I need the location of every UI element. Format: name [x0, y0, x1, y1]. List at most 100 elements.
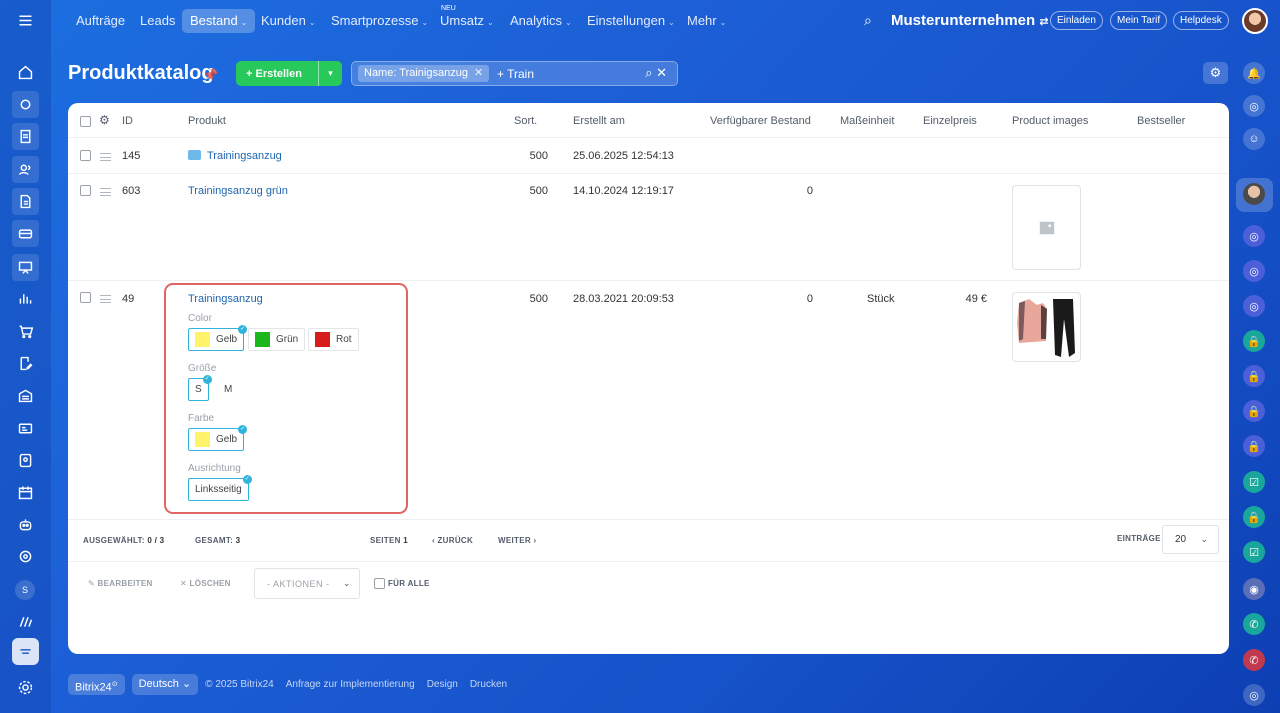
column-id[interactable]: ID [122, 115, 133, 127]
automation-icon[interactable] [12, 608, 39, 635]
calendar-icon[interactable] [12, 479, 39, 506]
language-select[interactable]: Deutsch ⌄ [131, 673, 199, 695]
select-all-checkbox[interactable] [80, 116, 91, 127]
search-icon[interactable]: ⌕ ✕ [645, 65, 667, 81]
column-price[interactable]: Einzelpreis [923, 115, 977, 127]
invoice-icon[interactable] [12, 188, 39, 215]
color-option-rot[interactable]: Rot [308, 328, 359, 351]
contacts-icon[interactable] [12, 156, 39, 183]
size-option-s[interactable]: S ✓ [188, 375, 212, 401]
nav-item[interactable]: Kunden ⌄ [253, 9, 324, 33]
warehouse-icon[interactable] [12, 382, 39, 409]
chat-icon[interactable]: ☺ [1243, 128, 1265, 150]
nav-item[interactable]: Mehr ⌄ [679, 9, 734, 33]
lock-icon[interactable]: 🔒 [1243, 365, 1265, 387]
home-icon[interactable] [12, 59, 39, 86]
gear-icon[interactable]: ⚙ [99, 113, 110, 127]
column-created[interactable]: Erstellt am [573, 115, 625, 127]
image-placeholder[interactable] [1012, 185, 1081, 270]
delete-button[interactable]: ✕ LÖSCHEN [180, 579, 231, 588]
analytics-icon[interactable] [12, 285, 39, 312]
next-button[interactable]: WEITER › [498, 536, 536, 545]
row-checkbox[interactable] [80, 150, 91, 161]
company-name[interactable]: Musterunternehmen ⇄ [891, 12, 1049, 29]
edit-document-icon[interactable] [12, 350, 39, 377]
close-icon[interactable]: ✕ [474, 67, 483, 79]
drag-handle[interactable] [100, 295, 111, 303]
task-icon[interactable]: ☑ [1243, 471, 1265, 493]
for-all-checkbox[interactable] [374, 578, 385, 589]
pin-icon[interactable]: 📌 [203, 68, 218, 82]
gear-icon[interactable]: ⚙ [1203, 62, 1228, 84]
product-image[interactable] [1012, 292, 1081, 362]
sites-icon[interactable]: S [15, 580, 35, 600]
back-button[interactable]: ‹ ZURÜCK [432, 536, 473, 545]
copilot-icon[interactable]: ◎ [1243, 684, 1265, 706]
nav-item[interactable]: Einstellungen ⌄ [579, 9, 683, 33]
nav-item[interactable]: Leads [132, 9, 183, 33]
openline-icon[interactable]: ◎ [1243, 295, 1265, 317]
nav-item[interactable]: Analytics ⌄ [502, 9, 580, 33]
row-checkbox[interactable] [80, 292, 91, 303]
column-bestseller[interactable]: Bestseller [1137, 115, 1185, 127]
search-input[interactable]: Name: Trainigsanzug ✕ + Train ⌕ ✕ [351, 61, 678, 86]
invite-button[interactable]: Einladen [1050, 11, 1103, 30]
crm-icon[interactable] [12, 91, 39, 118]
implementation-link[interactable]: Anfrage zur Implementierung [286, 679, 415, 690]
drag-handle[interactable] [100, 153, 111, 161]
collapse-menu-icon[interactable] [12, 638, 39, 665]
create-button[interactable]: + Erstellen ▾ [236, 61, 342, 86]
nav-item[interactable]: Smartprozesse ⌄ [323, 9, 436, 33]
column-product[interactable]: Produkt [188, 115, 226, 127]
lock-icon[interactable]: 🔒 [1243, 506, 1265, 528]
helpdesk-button[interactable]: Helpdesk [1173, 11, 1229, 30]
row-checkbox[interactable] [80, 185, 91, 196]
column-unit[interactable]: Maßeinheit [840, 115, 894, 127]
color-option-gelb[interactable]: Gelb ✓ [188, 325, 248, 351]
filter-chip[interactable]: Name: Trainigsanzug ✕ [358, 65, 490, 82]
card-icon[interactable] [12, 220, 39, 247]
robot-icon[interactable] [12, 511, 39, 538]
presentation-icon[interactable] [12, 254, 39, 281]
lock-icon[interactable]: 🔒 [1243, 400, 1265, 422]
column-images[interactable]: Product images [1012, 115, 1088, 127]
column-sort[interactable]: Sort. [514, 115, 537, 127]
openline-icon[interactable]: ◎ [1243, 260, 1265, 282]
nav-item[interactable]: Bestand ⌄ [182, 9, 256, 33]
menu-icon[interactable] [12, 7, 39, 34]
phone-icon[interactable]: ✆ [1243, 613, 1265, 635]
drag-handle[interactable] [100, 188, 111, 196]
cart-icon[interactable] [12, 318, 39, 345]
edit-button[interactable]: ✎ BEARBEITEN [88, 579, 153, 588]
actions-select[interactable]: - AKTIONEN - ⌄ [254, 568, 360, 599]
design-link[interactable]: Design [427, 679, 458, 690]
farbe-option-gelb[interactable]: Gelb ✓ [188, 425, 248, 451]
lock-icon[interactable]: 🔒 [1243, 435, 1265, 457]
user-avatar[interactable] [1242, 8, 1268, 34]
column-stock[interactable]: Verfügbarer Bestand [710, 115, 811, 127]
product-link[interactable]: Trainingsanzug grün [188, 185, 288, 197]
search-text[interactable]: + Train [497, 67, 534, 81]
contact-avatar[interactable] [1243, 183, 1265, 205]
brand-badge[interactable]: Bitrix24⊙ [68, 673, 125, 695]
align-option-linksseitig[interactable]: Linksseitig ✓ [188, 475, 252, 501]
nav-item[interactable]: Aufträge [68, 9, 133, 33]
copilot-icon[interactable]: ◎ [1243, 95, 1265, 117]
entries-select[interactable]: 20 ⌄ [1162, 525, 1219, 554]
target-icon[interactable] [12, 543, 39, 570]
id-card-icon[interactable] [12, 415, 39, 442]
openline-icon[interactable]: ◎ [1243, 225, 1265, 247]
lock-icon[interactable]: 🔒 [1243, 330, 1265, 352]
print-link[interactable]: Drucken [470, 679, 507, 690]
product-link[interactable]: Trainingsanzug [188, 150, 282, 162]
chevron-down-icon[interactable]: ▾ [318, 61, 342, 86]
bell-icon[interactable]: 🔔 [1243, 62, 1265, 84]
document-icon[interactable] [12, 123, 39, 150]
size-option-m[interactable]: M [217, 378, 240, 401]
color-option-gruen[interactable]: Grün [248, 328, 306, 351]
nav-item[interactable]: Umsatz ⌄ [432, 9, 502, 33]
gear-icon[interactable] [12, 674, 39, 701]
tariff-button[interactable]: Mein Tarif [1110, 11, 1168, 30]
notebook-icon[interactable] [12, 447, 39, 474]
task-icon[interactable]: ☑ [1243, 541, 1265, 563]
